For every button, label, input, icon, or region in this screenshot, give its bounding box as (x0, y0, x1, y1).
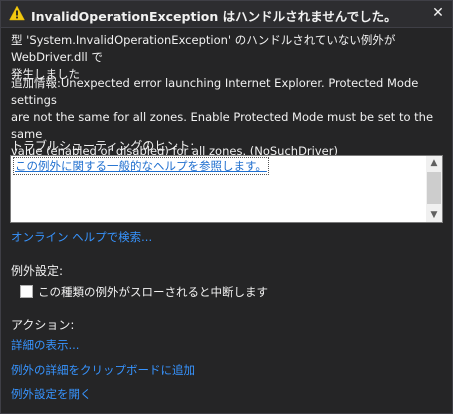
exception-settings-heading: 例外設定: (11, 264, 64, 278)
warning-icon (9, 5, 25, 21)
close-icon: ✕ (432, 5, 444, 21)
copy-details-link[interactable]: 例外の詳細をクリップボードに追加 (11, 362, 195, 378)
view-details-link[interactable]: 詳細の表示... (11, 337, 79, 353)
troubleshooting-hints-list[interactable]: この例外に関する一般的なヘルプを参照します。 ▲ ▼ (10, 155, 443, 223)
close-button[interactable]: ✕ (430, 5, 446, 21)
exception-dialog: InvalidOperationException はハンドルされませんでした。… (0, 0, 453, 414)
title-bar: InvalidOperationException はハンドルされませんでした。… (1, 1, 452, 28)
scroll-thumb[interactable] (427, 172, 441, 204)
troubleshooting-heading: トラブルシューティングのヒント: (11, 139, 195, 153)
dialog-title: InvalidOperationException はハンドルされませんでした。 (31, 9, 397, 24)
actions-heading: アクション: (11, 318, 75, 332)
break-on-exception-label[interactable]: この種類の例外がスローされると中断します (38, 284, 268, 300)
additional-info-line: 追加情報:Unexpected error launching Internet… (11, 76, 419, 107)
search-online-help-link[interactable]: オンライン ヘルプで検索... (11, 229, 152, 245)
open-exception-settings-link[interactable]: 例外設定を開く (11, 386, 92, 402)
message-line: 型 'System.InvalidOperationException' のハン… (11, 33, 396, 64)
scroll-up-icon[interactable]: ▲ (426, 156, 442, 170)
hint-link[interactable]: この例外に関する一般的なヘルプを参照します。 (13, 157, 269, 175)
scroll-down-icon[interactable]: ▼ (426, 208, 442, 222)
hints-scrollbar[interactable]: ▲ ▼ (426, 156, 442, 222)
break-on-exception-checkbox[interactable] (20, 285, 33, 298)
